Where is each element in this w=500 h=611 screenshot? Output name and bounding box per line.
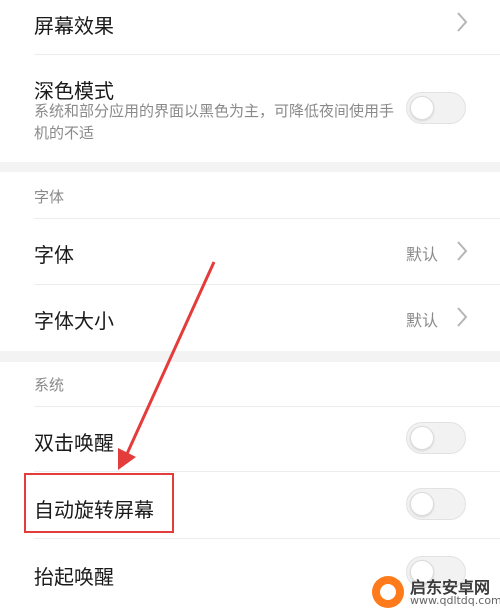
annotation-highlight-box	[24, 473, 174, 533]
dark-mode-toggle[interactable]	[406, 92, 466, 124]
section-font: 字体	[0, 172, 500, 218]
row-font-size[interactable]: 字体大小 默认	[0, 285, 500, 351]
section-gap	[0, 351, 500, 362]
font-size-label: 字体大小	[34, 309, 114, 333]
chevron-right-icon	[457, 307, 468, 327]
section-header-font: 字体	[34, 188, 65, 206]
toggle-knob	[410, 492, 434, 516]
double-tap-wake-toggle[interactable]	[406, 422, 466, 454]
chevron-right-icon	[457, 241, 468, 261]
row-font[interactable]: 字体 默认	[0, 219, 500, 283]
auto-rotate-toggle[interactable]	[406, 488, 466, 520]
toggle-knob	[410, 96, 434, 120]
section-system: 系统	[0, 362, 500, 406]
toggle-knob	[410, 426, 434, 450]
row-screen-effect[interactable]: 屏幕效果	[0, 0, 500, 54]
row-dark-mode[interactable]: 深色模式 系统和部分应用的界面以黑色为主，可降低夜间使用手机的不适	[0, 55, 500, 162]
chevron-right-icon	[457, 12, 468, 32]
watermark-url: www.qdltdq.com	[410, 594, 500, 607]
screen-effect-label: 屏幕效果	[34, 14, 114, 38]
watermark-logo: 启东安卓网 www.qdltdq.com	[372, 574, 500, 611]
section-gap	[0, 162, 500, 172]
font-value: 默认	[405, 245, 438, 264]
double-tap-wake-label: 双击唤醒	[34, 431, 114, 455]
watermark-badge-icon	[372, 576, 404, 608]
section-header-system: 系统	[34, 376, 65, 394]
font-size-value: 默认	[405, 311, 438, 330]
row-double-tap-wake[interactable]: 双击唤醒	[0, 407, 500, 471]
raise-to-wake-label: 抬起唤醒	[34, 565, 114, 589]
font-label: 字体	[34, 243, 74, 267]
dark-mode-description: 系统和部分应用的界面以黑色为主，可降低夜间使用手机的不适	[34, 102, 395, 142]
